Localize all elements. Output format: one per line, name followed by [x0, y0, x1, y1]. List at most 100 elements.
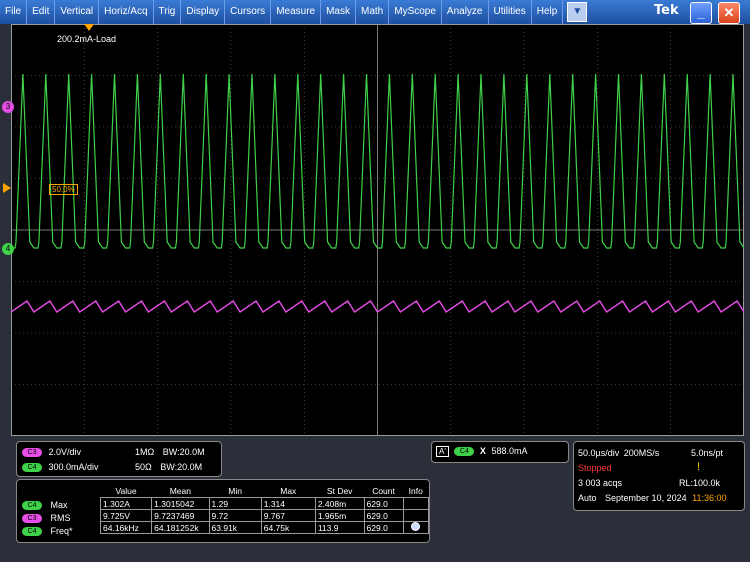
trigger-position-icon[interactable] [84, 24, 94, 31]
table-header-row: Value Mean Min Max St Dev Count Info [101, 485, 429, 498]
meas-badge: C3 [22, 514, 42, 524]
meas-label-max[interactable]: C4 Max [22, 500, 68, 511]
meas-label: RMS [50, 513, 71, 523]
cell-mean: 1.3015042 [151, 497, 210, 510]
cell-count: 629.0 [363, 521, 404, 534]
col-info: Info [408, 486, 423, 496]
table-row[interactable]: 9.725V 9.7237469 9.72 9.767 1.965m 629.0 [99, 509, 430, 522]
col-mean: Mean [169, 486, 191, 496]
scope-display[interactable]: 200.2mA-Load 50.0% [11, 24, 744, 436]
menu-cursors[interactable]: Cursors [225, 0, 272, 24]
minimize-button[interactable]: _ [690, 2, 712, 24]
ch4-badge: C4 [22, 463, 42, 473]
meas-badge: C4 [22, 527, 42, 537]
ch3-scale: 2.0V/div [48, 447, 82, 457]
cell-value: 9.725V [99, 509, 153, 522]
trigger-channel-badge: C4 [454, 447, 475, 457]
col-max: Max [280, 486, 297, 496]
menu-math[interactable]: Math [356, 0, 390, 24]
waveform-graticule [11, 24, 744, 436]
meas-label-rms[interactable]: C3 RMS [22, 513, 71, 524]
trigger-level: 588.0mA [491, 446, 528, 456]
measurement-table: Value Mean Min Max St Dev Count Info 1.3… [99, 485, 430, 534]
menu-mask[interactable]: Mask [321, 0, 356, 24]
timebase: 50.0µs/div [578, 448, 620, 458]
menu-trig[interactable]: Trig [154, 0, 182, 24]
cell-mean: 9.7237469 [151, 509, 210, 522]
menu-analyze[interactable]: Analyze [442, 0, 489, 24]
cell-value: 64.16kHz [99, 521, 153, 534]
cell-stdev: 113.9 [314, 521, 365, 534]
cell-info [402, 509, 430, 522]
ch4-scale: 300.0mA/div [48, 462, 99, 472]
menu-display[interactable]: Display [181, 0, 226, 24]
table-row[interactable]: 64.16kHz 64.181252k 63.91k 64.75k 113.9 … [99, 521, 430, 534]
col-stdev: St Dev [326, 486, 353, 496]
trigger-mode: Auto [578, 493, 597, 503]
trigger-slope-icon: X [479, 446, 486, 456]
menu-bar: File Edit Vertical Horiz/Acq Trig Displa… [0, 0, 750, 24]
meas-badge: C4 [22, 501, 42, 511]
cell-max: 9.767 [260, 509, 316, 522]
cell-count: 629.0 [363, 497, 404, 510]
ch3-scale-row[interactable]: C3 2.0V/div [22, 447, 82, 458]
ch4-impedance-row: 50Ω BW:20.0M [135, 462, 202, 472]
ch4-bandwidth: :20.0M [174, 462, 203, 472]
resolution: 5.0ns/pt [691, 448, 724, 458]
channel-scale-panel[interactable]: C3 2.0V/div 1MΩ BW:20.0M C4 300.0mA/div … [16, 441, 222, 477]
waveform-annotation: 200.2mA-Load [57, 34, 117, 44]
meas-label: Freq* [50, 526, 73, 536]
trigger-panel[interactable]: A' C4 X 588.0mA [431, 441, 569, 463]
ch4-scale-row[interactable]: C4 300.0mA/div [22, 462, 99, 473]
ch3-marker[interactable]: 3 [2, 101, 14, 113]
record-length: RL:100.0k [679, 478, 721, 488]
cell-info [402, 497, 430, 510]
acquisition-panel[interactable]: 50.0µs/div 200MS/s 5.0ns/pt Stopped ! 3 … [573, 441, 745, 511]
measurement-panel[interactable]: C4 Max C3 RMS C4 Freq* Value Mean Min Ma… [16, 479, 430, 543]
ch3-bw-label: BW [162, 447, 178, 457]
cell-max: 1.314 [260, 497, 316, 510]
menu-help[interactable]: Help [532, 0, 564, 24]
ch3-impedance: 1MΩ [135, 447, 155, 457]
menu-vertical[interactable]: Vertical [55, 0, 100, 24]
trigger-level-label: 50.0% [49, 184, 78, 195]
ch3-impedance-row: 1MΩ BW:20.0M [135, 447, 205, 457]
trigger-indicator-icon: ! [697, 461, 701, 473]
cell-min: 9.72 [208, 509, 262, 522]
sample-rate: 200MS/s [623, 448, 660, 458]
close-button[interactable]: ✕ [718, 2, 740, 24]
menu-myscope[interactable]: MyScope [389, 0, 442, 24]
col-value: Value [115, 486, 137, 496]
cell-value: 1.302A [99, 497, 153, 510]
cell-max: 64.75k [260, 521, 316, 534]
ch4-impedance: 50Ω [135, 462, 152, 472]
meas-label-freq[interactable]: C4 Freq* [22, 526, 73, 537]
menu-measure[interactable]: Measure [271, 0, 322, 24]
cell-count: 629.0 [363, 509, 404, 522]
menu-utilities[interactable]: Utilities [489, 0, 532, 24]
ch4-marker[interactable]: 4 [2, 243, 14, 255]
meas-label: Max [50, 500, 68, 510]
col-count: Count [372, 486, 395, 496]
trigger-source: A' [436, 446, 449, 457]
cell-min: 1.29 [208, 497, 262, 510]
cell-mean: 64.181252k [151, 521, 210, 534]
ch3-badge: C3 [22, 448, 42, 458]
trigger-level-icon[interactable] [3, 183, 11, 193]
tek-logo: Tek [654, 3, 679, 18]
col-min: Min [228, 486, 242, 496]
table-row[interactable]: 1.302A 1.3015042 1.29 1.314 2.408m 629.0 [99, 497, 430, 510]
acq-time: 11:36:00 [692, 493, 727, 503]
ch3-bandwidth: :20.0M [177, 447, 205, 457]
menu-horiz-acq[interactable]: Horiz/Acq [99, 0, 154, 24]
ch4-bw-label: BW [160, 462, 175, 472]
acq-date: September 10, 2024 [605, 493, 687, 503]
cell-info[interactable] [402, 521, 430, 534]
cell-min: 63.91k [208, 521, 262, 534]
acq-count: 3 003 acqs [578, 478, 623, 488]
info-icon[interactable] [411, 522, 421, 531]
chevron-down-icon[interactable]: ▼ [567, 2, 588, 22]
menu-file[interactable]: File [0, 0, 28, 24]
menu-edit[interactable]: Edit [27, 0, 56, 24]
cell-stdev: 1.965m [314, 509, 365, 522]
